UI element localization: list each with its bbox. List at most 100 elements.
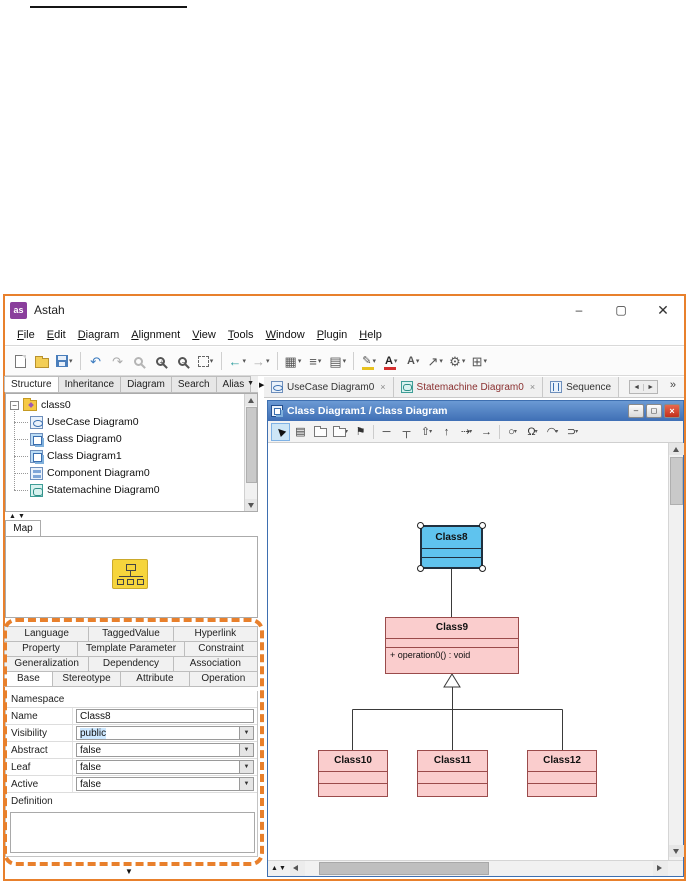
tree-scrollbar-thumb[interactable] [246, 407, 257, 483]
resize-handle[interactable] [479, 522, 486, 529]
redo-button[interactable]: ↷ [108, 350, 128, 372]
chevron-down-icon[interactable]: ▼ [239, 744, 253, 756]
minimize-button[interactable]: – [558, 297, 600, 323]
line-tool-dropdown-icon[interactable]: ▾ [439, 357, 443, 365]
align-button[interactable]: ≡ ▾ [305, 350, 325, 372]
splitter-up-icon[interactable]: ▲ [9, 513, 18, 520]
save-button[interactable]: ▾ [54, 350, 75, 372]
scroll-right-button[interactable] [653, 861, 668, 876]
close-button[interactable]: ✕ [642, 297, 684, 323]
order-button[interactable]: ▤ ▾ [327, 350, 348, 372]
zoom-in-button[interactable]: + [152, 350, 172, 372]
dropdown-icon[interactable]: ▾ [429, 428, 432, 435]
undo-button[interactable]: ↶ [86, 350, 106, 372]
text-tool-dropdown-icon[interactable]: ▾ [416, 357, 420, 365]
line-tool-button[interactable]: ─ [377, 423, 396, 441]
tab-search[interactable]: Search [170, 376, 217, 392]
dropdown-icon[interactable]: ▾ [575, 428, 578, 435]
splitter-down-icon[interactable]: ▼ [18, 513, 27, 520]
scroll-up-button[interactable] [669, 443, 684, 455]
diagram-tab-statemachine[interactable]: Statemachine Diagram0 × [393, 377, 544, 397]
tree-item-component-diagram0[interactable]: Component Diagram0 [30, 465, 150, 481]
chevron-down-icon[interactable]: ▼ [239, 761, 253, 773]
tab-dependency[interactable]: Dependency [88, 656, 174, 672]
required-interface-tool-button[interactable]: Ω ▾ [523, 423, 542, 441]
splitter-up-icon[interactable]: ▲ [271, 865, 279, 872]
settings-button[interactable]: ⚙ ▾ [447, 350, 467, 372]
dropdown-icon[interactable]: ▾ [535, 428, 538, 435]
tree-item-class-diagram0[interactable]: Class Diagram0 [30, 431, 122, 447]
splitter-collapse-icon[interactable]: ▶ [259, 381, 264, 389]
diagram-tab-sequence[interactable]: Sequence [543, 377, 620, 397]
zoom-fit-button[interactable]: ▾ [196, 350, 216, 372]
tab-scroll-right-icon[interactable]: ► [643, 383, 657, 391]
menu-alignment[interactable]: Alignment [125, 326, 186, 344]
dependency-tool-button[interactable]: ⇢ ▾ [457, 423, 476, 441]
subsystem-tool-button[interactable]: ▾ [331, 423, 350, 441]
tab-diagram[interactable]: Diagram [120, 376, 172, 392]
fill-color-button[interactable]: ✎ ▾ [359, 350, 379, 372]
grid-dropdown-icon[interactable]: ▾ [298, 357, 302, 365]
menu-plugin[interactable]: Plugin [311, 326, 354, 344]
tree-map-splitter[interactable]: ▲▼ [9, 513, 27, 520]
pin-tool-button[interactable]: ⚑ [351, 423, 370, 441]
tree-item-statemachine-diagram0[interactable]: Statemachine Diagram0 [30, 482, 160, 498]
order-dropdown-icon[interactable]: ▾ [343, 357, 347, 365]
interface-tool-button[interactable]: ○ ▾ [503, 423, 522, 441]
dropdown-icon[interactable]: ▾ [514, 428, 517, 435]
zoom-out-button[interactable]: − [174, 350, 194, 372]
package-tool-button[interactable] [311, 423, 330, 441]
tab-scroll-left-icon[interactable]: ◄ [630, 384, 643, 391]
realization-tool-button[interactable]: ↑ [437, 423, 456, 441]
menu-help[interactable]: Help [353, 326, 388, 344]
menu-diagram[interactable]: Diagram [72, 326, 126, 344]
structure-button[interactable]: ⊞ ▾ [469, 350, 489, 372]
menu-view[interactable]: View [186, 326, 222, 344]
resize-handle[interactable] [417, 522, 424, 529]
map-overview-icon[interactable] [112, 559, 148, 589]
close-tab-icon[interactable]: × [380, 382, 385, 392]
panel-menu-caret-icon[interactable]: ▼ [247, 380, 254, 387]
child-window-titlebar[interactable]: Class Diagram1 / Class Diagram – ◻ × [268, 401, 683, 421]
text-tool-button[interactable]: A ▾ [403, 350, 423, 372]
horizontal-scrollbar-thumb[interactable] [318, 862, 489, 875]
maximize-button[interactable]: ▢ [600, 297, 642, 323]
uml-class-class9[interactable]: Class9 + operation0() : void [385, 617, 519, 674]
anchor-tool-button[interactable]: ┬ [397, 423, 416, 441]
visibility-select[interactable]: public ▼ [76, 726, 254, 740]
forward-dropdown-icon[interactable]: ▾ [266, 357, 270, 365]
menu-tools[interactable]: Tools [222, 326, 260, 344]
tab-property[interactable]: Property [4, 641, 78, 657]
association-tool-button[interactable]: → [477, 423, 496, 441]
font-color-dropdown-icon[interactable]: ▾ [394, 357, 398, 365]
child-minimize-button[interactable]: – [628, 404, 644, 418]
editor-splitter-buttons[interactable]: ▲▼ [268, 865, 290, 872]
vertical-scrollbar-thumb[interactable] [670, 457, 683, 505]
tree-expander-icon[interactable]: − [10, 400, 19, 410]
zoom-button[interactable] [130, 350, 150, 372]
uml-class-class8[interactable]: Class8 [417, 522, 486, 572]
tab-association[interactable]: Association [172, 656, 258, 672]
arc-tool-button[interactable]: ◠ ▾ [543, 423, 562, 441]
save-dropdown-icon[interactable]: ▾ [69, 357, 73, 365]
menu-edit[interactable]: Edit [41, 326, 72, 344]
definition-textarea[interactable] [10, 812, 255, 853]
forward-button[interactable]: → ▾ [250, 350, 272, 372]
tab-structure[interactable]: Structure [4, 376, 59, 392]
fill-color-dropdown-icon[interactable]: ▾ [373, 357, 377, 365]
splitter-down-icon[interactable]: ▼ [279, 865, 287, 872]
tab-alias[interactable]: Alias [215, 376, 252, 392]
scroll-up-button[interactable] [245, 394, 257, 406]
select-tool-button[interactable]: ▶ [271, 422, 290, 441]
zoom-fit-dropdown-icon[interactable]: ▾ [210, 357, 214, 365]
usage-tool-button[interactable]: ⊃ ▾ [563, 423, 582, 441]
scroll-down-button[interactable] [245, 499, 257, 511]
diagram-tab-usecase[interactable]: UseCase Diagram0 × [264, 377, 394, 397]
align-dropdown-icon[interactable]: ▾ [318, 357, 322, 365]
dropdown-icon[interactable]: ▾ [469, 428, 472, 435]
back-dropdown-icon[interactable]: ▾ [243, 357, 247, 365]
chevron-down-icon[interactable]: ▼ [239, 778, 253, 790]
child-close-button[interactable]: × [664, 404, 680, 418]
back-button[interactable]: ← ▾ [227, 350, 249, 372]
name-input[interactable]: Class8 [76, 709, 254, 723]
